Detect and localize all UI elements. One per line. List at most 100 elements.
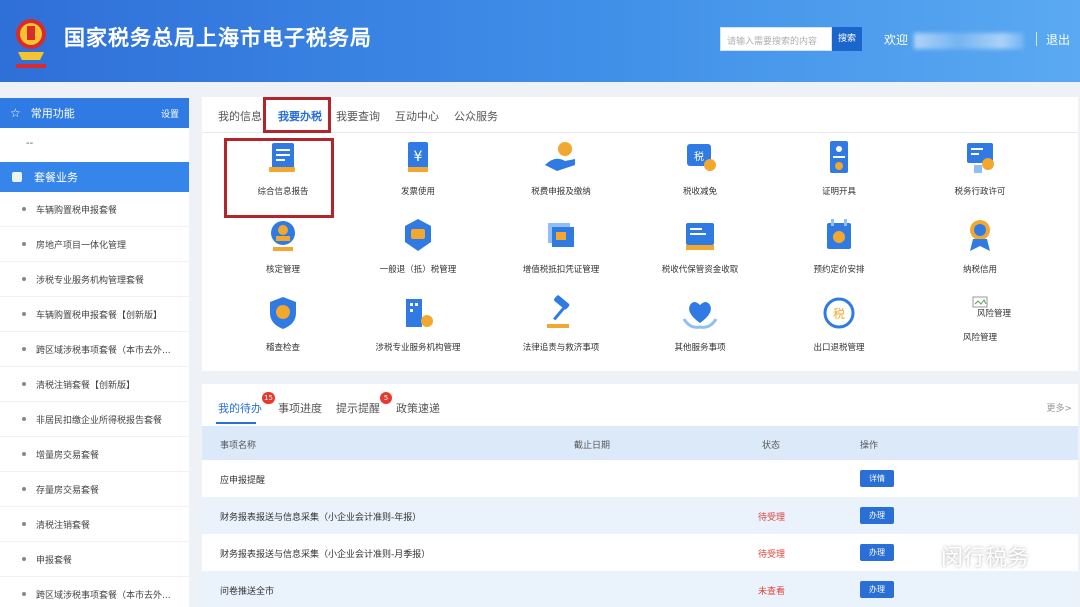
tab-policy-express[interactable]: 政策速递: [396, 400, 440, 416]
logout-link[interactable]: 退出: [1046, 31, 1070, 48]
fund-custody-icon: [686, 223, 714, 250]
sidebar-item-label: 清税注销套餐: [36, 520, 91, 531]
sidebar-item[interactable]: 车辆购置税申报套餐: [0, 192, 189, 227]
function-item[interactable]: 税收代保管资金收取: [625, 215, 775, 275]
function-item[interactable]: 税出口退税管理: [764, 293, 914, 353]
col-action: 操作: [860, 441, 879, 451]
function-item[interactable]: 一般退（抵）税管理: [343, 215, 493, 275]
function-item[interactable]: 法律追责与救济事项: [486, 293, 636, 353]
svg-text:税: 税: [833, 307, 845, 321]
settings-link[interactable]: 设置: [161, 107, 179, 120]
sidebar-item[interactable]: 跨区域涉税事项套餐（本市去外...: [0, 332, 189, 367]
common-functions-empty: --: [26, 138, 34, 149]
sidebar-item[interactable]: 存量房交易套餐: [0, 472, 189, 507]
seal-stamp-icon: [271, 221, 295, 251]
common-functions-header[interactable]: ☆ 常用功能 设置: [0, 98, 189, 128]
sidebar-item-label: 存量房交易套餐: [36, 485, 100, 496]
sidebar-item[interactable]: 清税注销套餐: [0, 507, 189, 542]
tab-interaction[interactable]: 互动中心: [395, 108, 439, 124]
row-name: 财务报表报送与信息采集（小企业会计准则-月季报）: [220, 550, 431, 560]
row-action-button[interactable]: 办理: [860, 507, 894, 524]
watermark: 闵行税务: [895, 540, 1029, 572]
tab-my-todo[interactable]: 我的待办 15: [218, 392, 275, 416]
todo-panel: 我的待办 15 事项进度 提示提醒 5 政策速递 更多> 事项名称 截止日期 状态 操作 …: [202, 384, 1078, 607]
tab-query[interactable]: 我要查询: [336, 108, 380, 124]
row-action-button[interactable]: 详情: [860, 470, 894, 487]
function-item[interactable]: 涉税专业服务机构管理: [343, 293, 493, 353]
tab-reminders[interactable]: 提示提醒 5: [336, 392, 392, 416]
bullet-icon: [22, 207, 26, 211]
sidebar-item[interactable]: 车辆购置税申报套餐【创新版】: [0, 297, 189, 332]
function-label: 稽查检查: [265, 343, 300, 353]
todo-tabs: 我的待办 15 事项进度 提示提醒 5 政策速递: [202, 384, 1078, 426]
welcome-text: 欢迎: [884, 33, 909, 47]
tab-progress[interactable]: 事项进度: [278, 400, 322, 416]
sidebar-item-label: 涉税专业服务机构管理套餐: [36, 275, 145, 286]
search-input[interactable]: 请输入需要搜索的内容: [720, 27, 832, 51]
col-name: 事项名称: [220, 441, 257, 451]
count-badge: 15: [262, 392, 275, 404]
export-refund-icon: 税: [823, 297, 855, 329]
row-status: 待受理: [758, 513, 786, 523]
function-label: 法律追责与救济事项: [522, 343, 600, 353]
sidebar-item[interactable]: 申报套餐: [0, 542, 189, 577]
function-item[interactable]: 风险管理 风险管理: [905, 293, 1055, 343]
hand-coin-icon: [545, 142, 575, 171]
todo-tab-label: 事项进度: [278, 402, 322, 415]
function-highlight-box: [224, 138, 334, 218]
sidebar-item[interactable]: 清税注销套餐【创新版】: [0, 367, 189, 402]
table-row: 财务报表报送与信息采集（小企业会计准则-年报） 待受理 办理: [202, 497, 1078, 534]
function-item[interactable]: 预约定价安排: [764, 215, 914, 275]
bullet-icon: [22, 487, 26, 491]
function-item[interactable]: 增值税抵扣凭证管理: [486, 215, 636, 275]
function-panel: 我的信息 我要办税 我要查询 互动中心 公众服务 综合信息报告 ¥ 发票使用 税费申报及缴纳税…: [202, 97, 1078, 371]
svg-text:税: 税: [694, 150, 704, 163]
function-item[interactable]: 稽查检查: [208, 293, 358, 353]
row-name: 财务报表报送与信息采集（小企业会计准则-年报）: [220, 513, 422, 523]
todo-tab-label: 我的待办: [218, 402, 262, 415]
function-item[interactable]: 纳税信用: [905, 215, 1055, 275]
watermark-text: 闵行税务: [941, 546, 1030, 571]
function-item[interactable]: 其他服务事项: [625, 293, 775, 353]
sidebar-item[interactable]: 房地产项目一体化管理: [0, 227, 189, 262]
sidebar-item[interactable]: 非居民扣缴企业所得税报告套餐: [0, 402, 189, 437]
function-item[interactable]: 证明开具: [764, 137, 914, 197]
common-functions-label: 常用功能: [30, 107, 75, 120]
admin-permit-icon: [967, 143, 994, 173]
sidebar-item-label: 增量房交易套餐: [36, 450, 100, 461]
tab-my-info[interactable]: 我的信息: [218, 108, 262, 124]
function-item[interactable]: ¥ 发票使用: [343, 137, 493, 197]
tab-public-service[interactable]: 公众服务: [454, 108, 498, 124]
function-item[interactable]: 税务行政许可: [905, 137, 1055, 197]
bullet-icon: [22, 242, 26, 246]
todo-tab-label: 提示提醒: [336, 402, 380, 415]
sidebar-item[interactable]: 涉税专业服务机构管理套餐: [0, 262, 189, 297]
row-action-button[interactable]: 办理: [860, 544, 894, 561]
svg-text:¥: ¥: [414, 149, 423, 165]
function-label: 核定管理: [265, 265, 300, 275]
todo-tab-label: 政策速递: [396, 402, 440, 415]
function-label: 税收减免: [682, 187, 717, 197]
sidebar-item-label: 清税注销套餐【创新版】: [36, 380, 136, 391]
function-item[interactable]: 税费申报及缴纳: [486, 137, 636, 197]
sidebar-item[interactable]: 跨区域涉税事项套餐（本市去外...: [0, 577, 189, 607]
refund-icon: [405, 219, 431, 251]
more-link[interactable]: 更多>: [1046, 401, 1072, 414]
row-action-button[interactable]: 办理: [860, 581, 894, 598]
bullet-icon: [22, 382, 26, 386]
sidebar-item[interactable]: 增量房交易套餐: [0, 437, 189, 472]
bullet-icon: [22, 312, 26, 316]
sidebar-item-label: 车辆购置税申报套餐: [36, 205, 118, 216]
sidebar-item-label: 房地产项目一体化管理: [36, 240, 127, 251]
function-item[interactable]: 核定管理: [208, 215, 358, 275]
sidebar-item-label: 车辆购置税申报套餐【创新版】: [36, 310, 163, 321]
function-label: 预约定价安排: [813, 265, 865, 275]
heart-hands-icon: [682, 302, 718, 329]
calendar-pricing-icon: [827, 219, 851, 249]
table-header: 事项名称 截止日期 状态 操作: [202, 426, 1078, 460]
package-business-label: 套餐业务: [34, 171, 78, 184]
wechat-icon: [896, 542, 933, 570]
function-item[interactable]: 税税收减免: [625, 137, 775, 197]
package-business-header[interactable]: 套餐业务: [0, 162, 189, 192]
search-button[interactable]: 搜索: [832, 27, 862, 51]
